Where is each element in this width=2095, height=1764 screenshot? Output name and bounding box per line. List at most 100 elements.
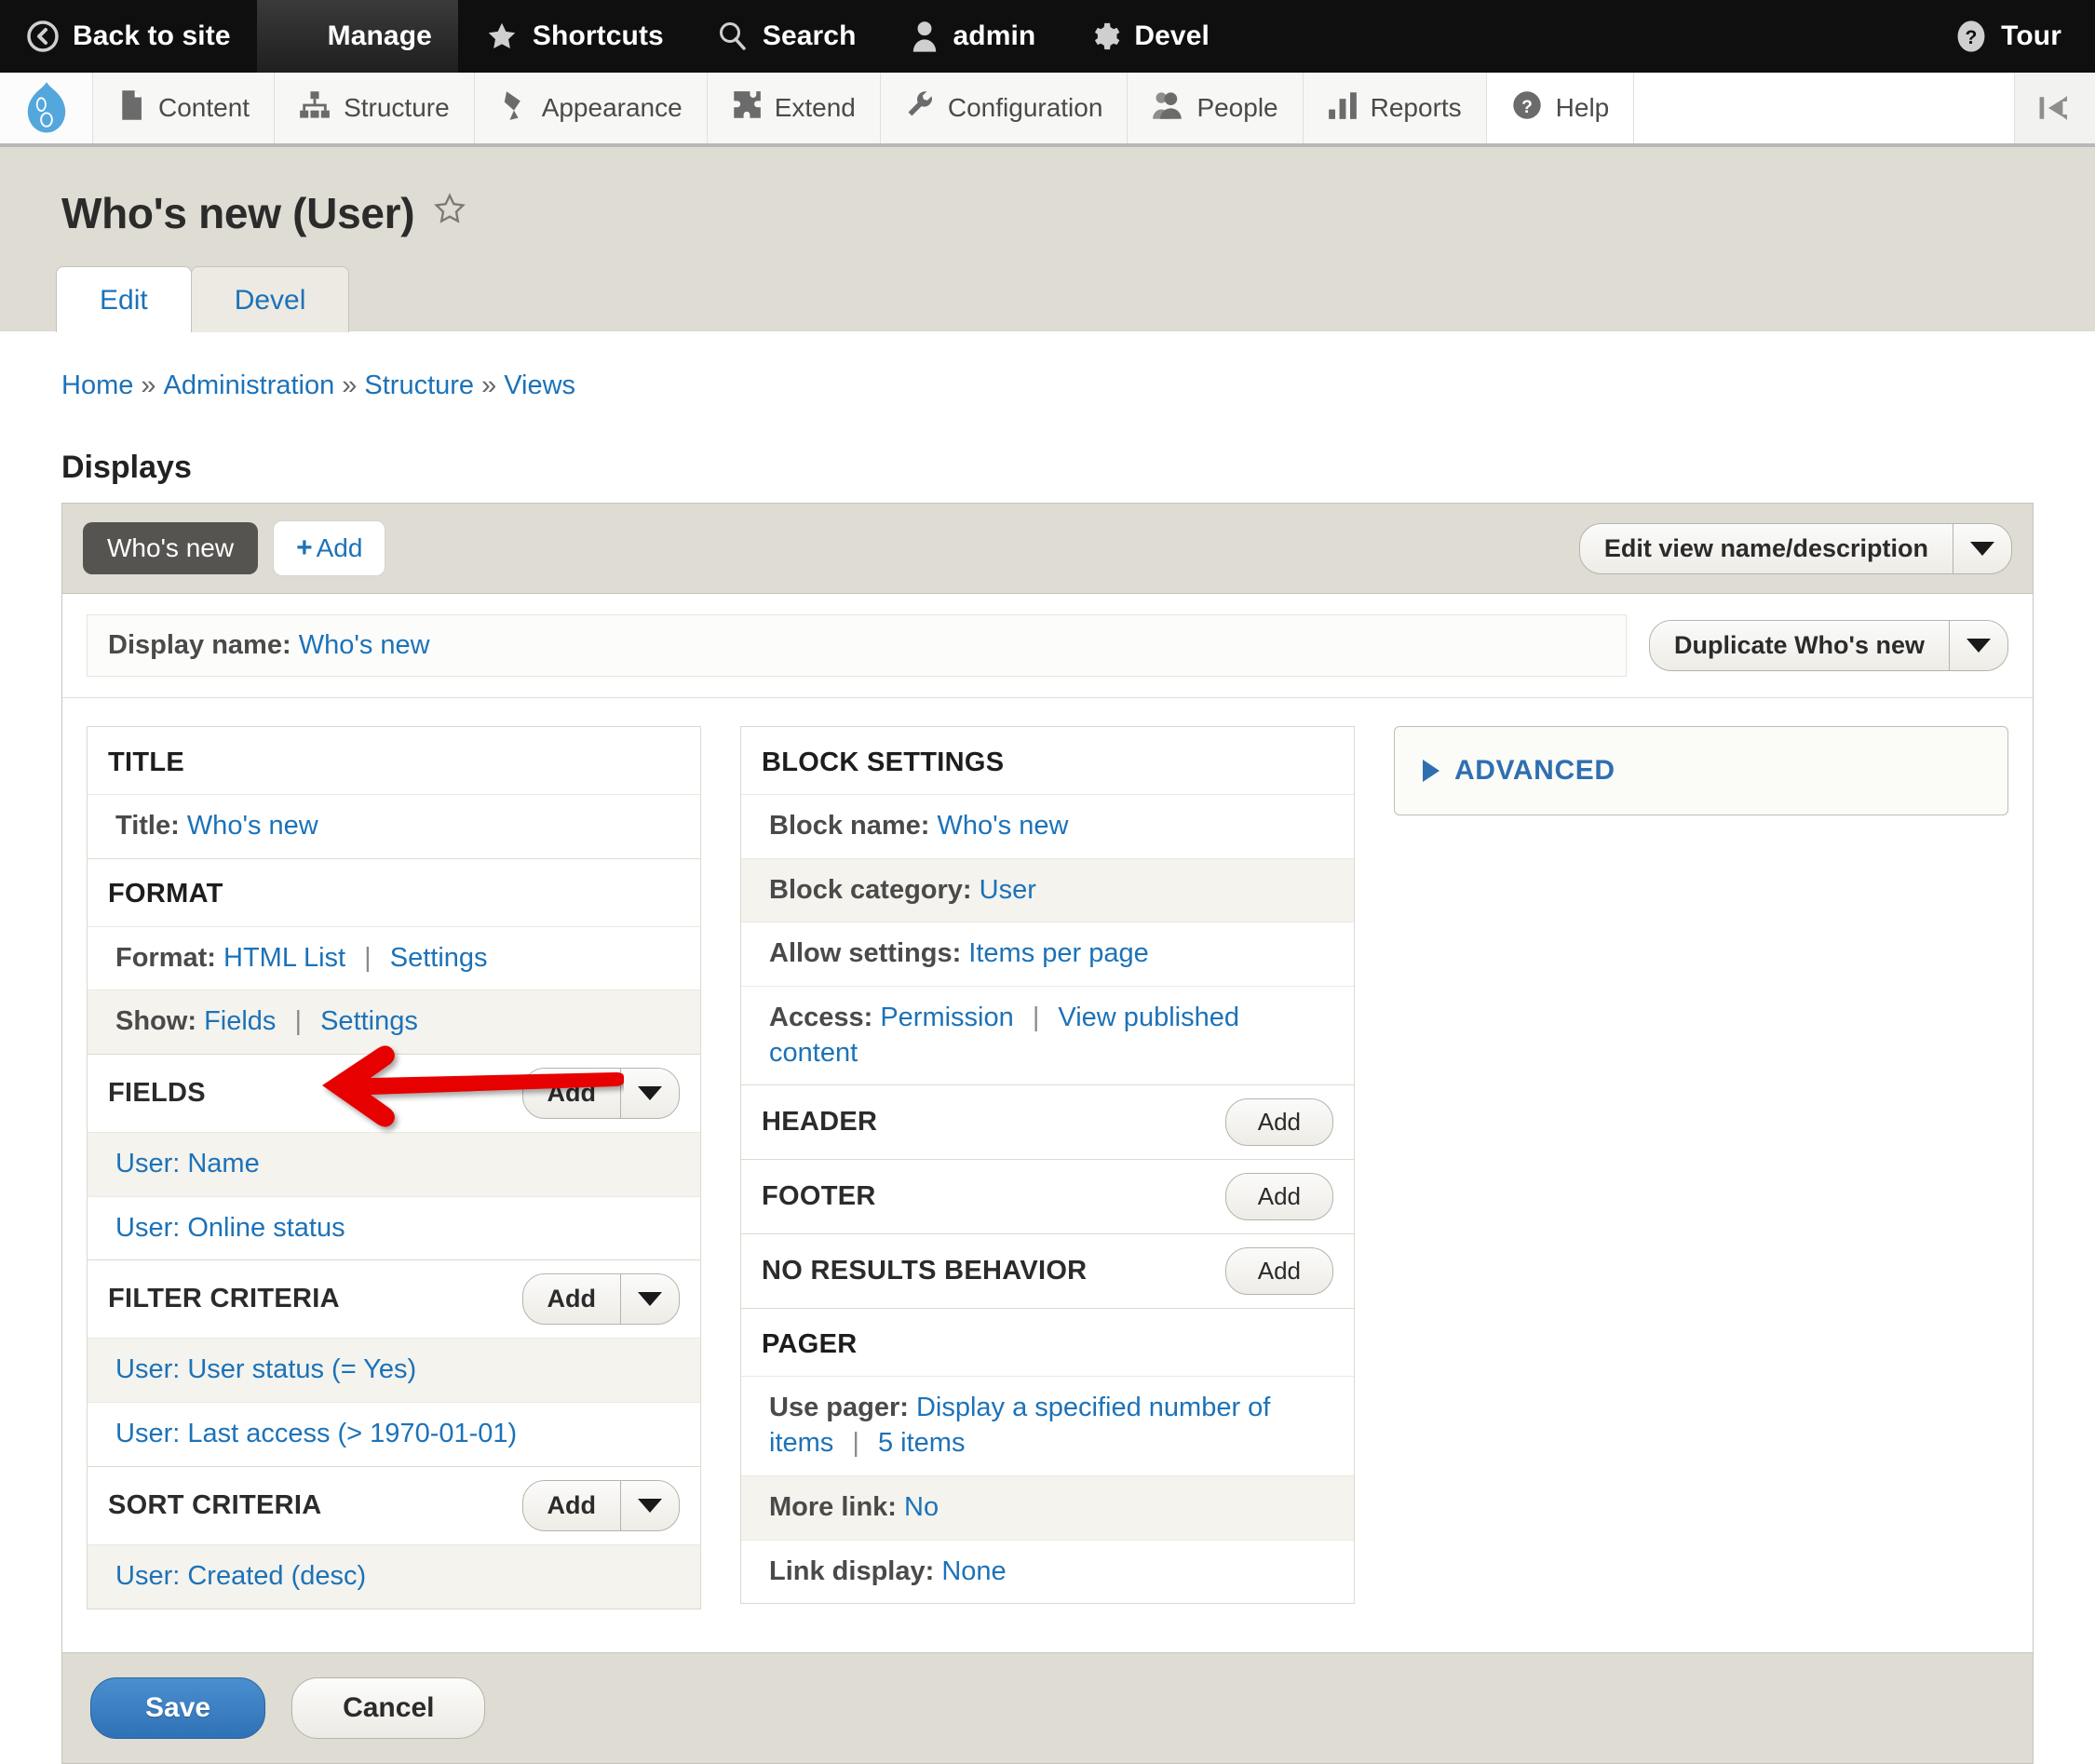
field-link[interactable]: User: Online status (115, 1213, 345, 1243)
toolbar-label-back-to-site: Back to site (73, 20, 231, 51)
breadcrumb-item-administration[interactable]: Administration (164, 370, 335, 400)
chevron-down-icon[interactable] (620, 1069, 679, 1119)
sort-add-dropbutton[interactable]: Add (521, 1479, 680, 1531)
breadcrumb-item-home[interactable]: Home (61, 370, 133, 400)
wrench-icon (905, 89, 935, 128)
admin-menu-item-configuration[interactable]: Configuration (880, 73, 1129, 143)
admin-menu-item-reports[interactable]: Reports (1303, 73, 1487, 143)
block-category-link[interactable]: User (980, 875, 1036, 905)
block-name-link[interactable]: Who's new (938, 811, 1069, 841)
toolbar-item-devel[interactable]: Devel (1061, 0, 1236, 73)
show-settings-link[interactable]: Settings (320, 1006, 418, 1036)
show-value-link[interactable]: Fields (204, 1006, 276, 1036)
link-display-key: Link display: (769, 1555, 935, 1586)
filter-heading: FILTER CRITERIA (108, 1284, 340, 1314)
use-pager-key: Use pager: (769, 1393, 909, 1423)
admin-menu-item-content[interactable]: Content (93, 73, 276, 143)
chevron-down-icon[interactable] (1949, 621, 2007, 670)
admin-menu-item-help[interactable]: ? Help (1486, 73, 1635, 143)
block-name-row: Block name: Who's new (741, 794, 1354, 858)
filter-add-button[interactable]: Add (523, 1274, 620, 1324)
duplicate-display-dropbutton[interactable]: Duplicate Who's new (1649, 620, 2008, 671)
fields-add-button[interactable]: Add (523, 1069, 620, 1118)
chevron-down-icon[interactable] (620, 1274, 679, 1325)
cancel-button[interactable]: Cancel (291, 1676, 486, 1739)
advanced-toggle[interactable]: ADVANCED (1423, 755, 1980, 787)
filter-link[interactable]: User: User status (= Yes) (115, 1354, 416, 1384)
chevron-down-icon[interactable] (620, 1480, 679, 1530)
link-display-row: Link display: None (741, 1539, 1354, 1604)
title-value-link[interactable]: Who's new (187, 811, 318, 841)
header-heading: HEADER (762, 1107, 878, 1138)
toolbar-item-back-to-site[interactable]: Back to site (0, 0, 257, 73)
header-add-button[interactable]: Add (1224, 1098, 1333, 1147)
access-key: Access: (769, 1003, 873, 1033)
tab-edit[interactable]: Edit (56, 266, 192, 332)
display-tab-whos-new[interactable]: Who's new (83, 522, 259, 574)
bucket-footer: FOOTER Add (740, 1160, 1355, 1235)
use-pager-row: Use pager: Display a specified number of… (741, 1376, 1354, 1475)
more-link-value[interactable]: No (904, 1492, 939, 1522)
toolbar-label-devel: Devel (1134, 20, 1210, 51)
fields-add-dropbutton[interactable]: Add (521, 1068, 680, 1120)
footer-add-button[interactable]: Add (1224, 1173, 1333, 1221)
no-results-heading: NO RESULTS BEHAVIOR (762, 1256, 1088, 1286)
sort-link[interactable]: User: Created (desc) (115, 1561, 366, 1591)
edit-view-name-description-dropbutton[interactable]: Edit view name/description (1578, 522, 2012, 574)
admin-menu-item-appearance[interactable]: Appearance (474, 73, 708, 143)
breadcrumb-item-views[interactable]: Views (504, 370, 575, 400)
search-icon (716, 20, 750, 53)
tab-devel[interactable]: Devel (190, 266, 350, 332)
allow-settings-row: Allow settings: Items per page (741, 922, 1354, 987)
chevron-down-icon[interactable] (1953, 523, 2011, 573)
duplicate-display-button[interactable]: Duplicate Who's new (1650, 621, 1949, 670)
displays-heading: Displays (61, 450, 192, 485)
format-value-link[interactable]: HTML List (223, 943, 345, 973)
block-category-key: Block category: (769, 874, 972, 905)
access-permission-link[interactable]: Permission (880, 1003, 1013, 1032)
collapse-left-icon[interactable] (2015, 73, 2095, 143)
admin-menu-label-appearance: Appearance (541, 93, 683, 122)
toolbar-item-shortcuts[interactable]: Shortcuts (458, 0, 690, 73)
save-button[interactable]: Save (90, 1676, 266, 1739)
display-name-value[interactable]: Who's new (299, 630, 430, 660)
breadcrumb-separator: » (342, 370, 358, 400)
field-item-user-name: User: Name (88, 1132, 700, 1196)
bucket-sort-criteria: SORT CRITERIA Add User: Created (desc) (87, 1466, 701, 1609)
plus-icon: + (296, 532, 313, 563)
access-row: Access: Permission | View published cont… (741, 986, 1354, 1085)
bucket-header: HEADER Add (740, 1085, 1355, 1161)
bucket-format: FORMAT Format: HTML List | Settings Show… (87, 858, 701, 1056)
filter-add-dropbutton[interactable]: Add (521, 1273, 680, 1326)
star-outline-icon[interactable] (431, 188, 468, 238)
display-columns: TITLE Title: Who's new FORMAT Format: HT… (62, 698, 2033, 1652)
admin-menu-label-help: Help (1555, 93, 1610, 122)
sort-item-user-created: User: Created (desc) (88, 1543, 700, 1609)
edit-view-name-description-button[interactable]: Edit view name/description (1580, 524, 1953, 573)
add-display-button[interactable]: + Add (273, 520, 386, 576)
header-heading-row: HEADER Add (741, 1085, 1354, 1160)
star-icon (484, 20, 520, 53)
pager-items-link[interactable]: 5 items (878, 1428, 965, 1458)
format-settings-link[interactable]: Settings (390, 943, 488, 973)
filter-link[interactable]: User: Last access (> 1970-01-01) (115, 1419, 517, 1448)
toolbar-item-admin[interactable]: admin (883, 0, 1062, 73)
allow-settings-link[interactable]: Items per page (968, 938, 1148, 968)
drupal-drop-icon[interactable] (0, 73, 93, 143)
advanced-panel[interactable]: ADVANCED (1394, 726, 2008, 815)
toolbar-item-tour[interactable]: ? Tour (1928, 0, 2095, 73)
no-results-add-button[interactable]: Add (1224, 1247, 1333, 1296)
admin-menu-item-people[interactable]: People (1128, 73, 1304, 143)
bucket-title-heading: TITLE (88, 727, 700, 794)
bucket-filter-criteria: FILTER CRITERIA Add User: User status (=… (87, 1260, 701, 1467)
link-display-value[interactable]: None (941, 1556, 1006, 1586)
breadcrumb-item-structure[interactable]: Structure (364, 370, 474, 400)
toolbar-item-search[interactable]: Search (690, 0, 883, 73)
admin-menu-item-extend[interactable]: Extend (707, 73, 881, 143)
sort-add-button[interactable]: Add (523, 1481, 620, 1530)
admin-menu-item-structure[interactable]: Structure (275, 73, 475, 143)
title-row: Title: Who's new (88, 794, 700, 858)
toolbar-item-manage[interactable]: Manage (256, 0, 458, 73)
field-link[interactable]: User: Name (115, 1149, 260, 1178)
